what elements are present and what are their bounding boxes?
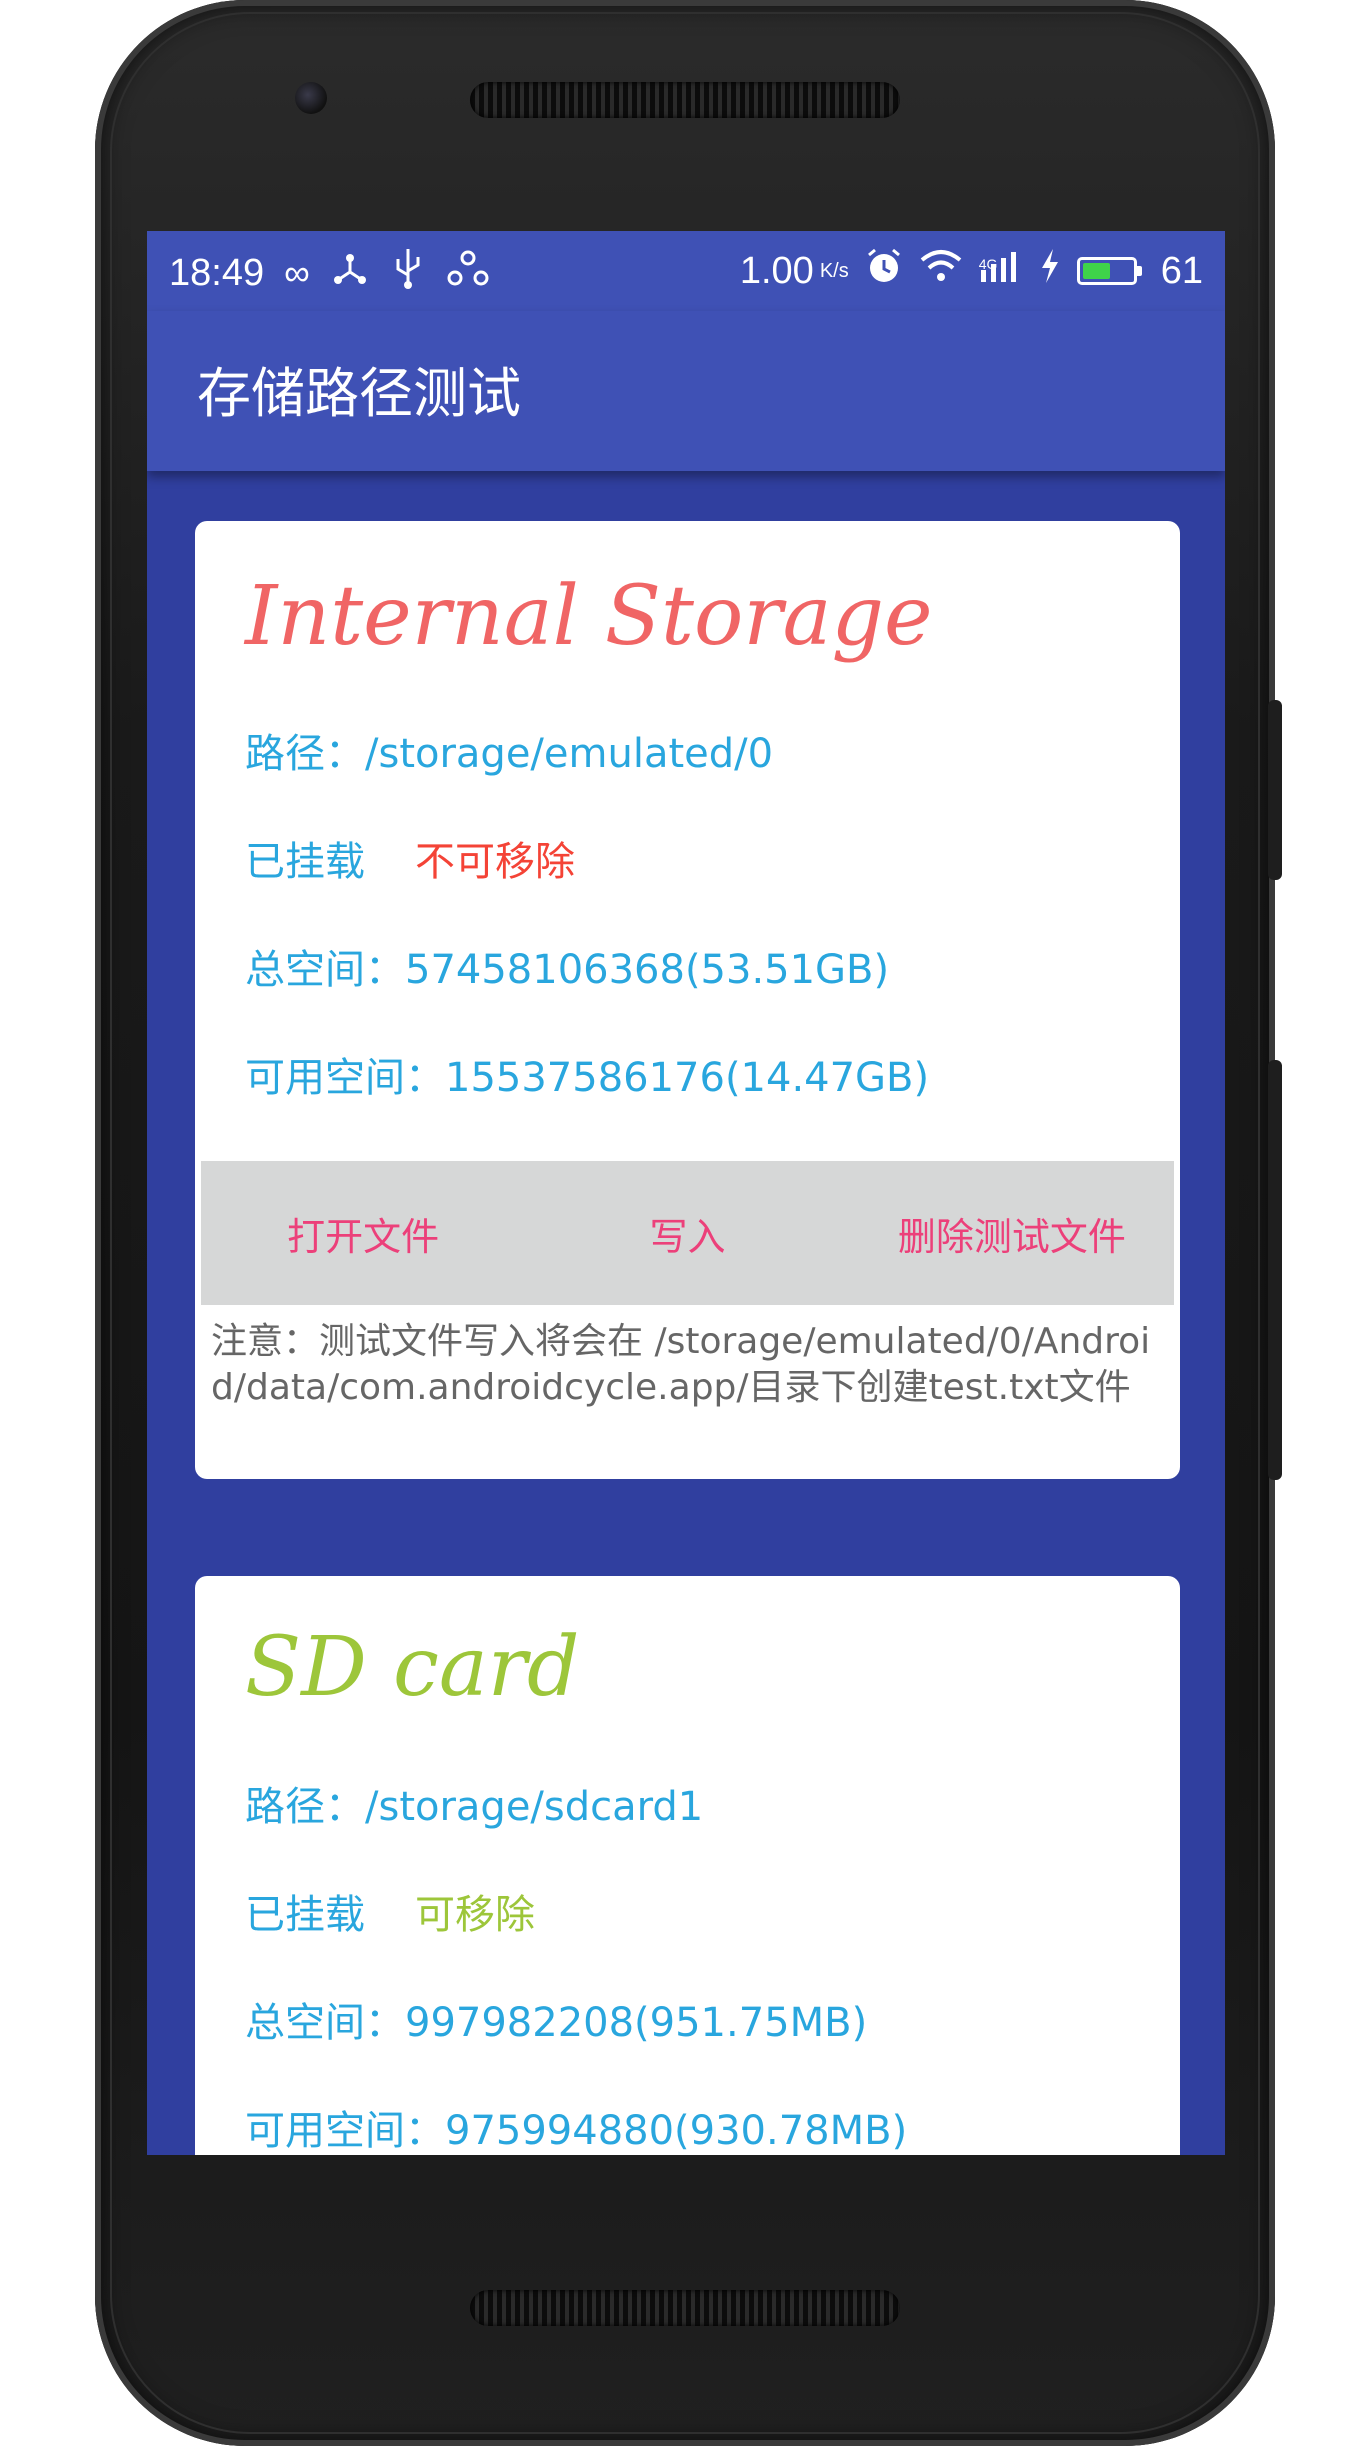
free-label: 可用空间：	[245, 1055, 445, 1101]
infinity-icon: ∞	[284, 252, 310, 293]
total-value: 997982208(951.75MB)	[405, 2000, 868, 2046]
action-bar: 打开文件 写入 删除测试文件	[201, 1161, 1174, 1305]
page-title: 存储路径测试	[197, 362, 521, 425]
path-label: 路径：	[245, 731, 365, 777]
internal-storage-title: Internal Storage	[245, 569, 933, 664]
usb-debug-icon	[330, 248, 370, 298]
delete-test-file-button[interactable]: 删除测试文件	[850, 1206, 1174, 1261]
internal-total-row: 总空间：57458106368(53.51GB)	[245, 937, 889, 995]
network-type: 4G	[978, 256, 998, 272]
network-speed-unit: K/s	[819, 259, 849, 282]
sd-path-row: 路径：/storage/sdcard1	[245, 1774, 703, 1832]
sd-card-card: SD card 路径：/storage/sdcard1 已挂载 可移除 总空间：9…	[195, 1576, 1180, 2155]
total-label: 总空间：	[245, 2000, 405, 2046]
wifi-icon	[919, 248, 963, 294]
alarm-icon	[865, 247, 903, 295]
bottom-speaker	[470, 2290, 900, 2326]
status-bar: 18:49 ∞ 1.00 K/s 4G 61	[147, 231, 1225, 311]
open-file-button[interactable]: 打开文件	[201, 1206, 525, 1261]
write-button[interactable]: 写入	[525, 1206, 849, 1261]
path-label: 路径：	[245, 1784, 365, 1830]
front-camera	[295, 82, 327, 114]
internal-path-row: 路径：/storage/emulated/0	[245, 721, 773, 779]
sd-card-title: SD card	[245, 1620, 580, 1715]
internal-mount-row: 已挂载 不可移除	[245, 829, 575, 887]
usb-icon	[390, 247, 426, 299]
mounted-label: 已挂载	[245, 1892, 365, 1938]
status-right: 1.00 K/s 4G 61	[740, 247, 1203, 295]
status-left: 18:49 ∞	[169, 247, 490, 299]
path-value: /storage/emulated/0	[365, 731, 774, 777]
internal-free-row: 可用空间：15537586176(14.47GB)	[245, 1045, 929, 1103]
top-speaker	[470, 82, 900, 118]
path-value: /storage/sdcard1	[365, 1784, 704, 1830]
mounted-label: 已挂载	[245, 839, 365, 885]
battery-icon	[1076, 257, 1142, 285]
power-button	[1268, 1060, 1282, 1480]
battery-fill	[1082, 263, 1110, 279]
share-icon	[446, 248, 490, 298]
status-time: 18:49	[169, 251, 265, 294]
free-value: 975994880(930.78MB)	[445, 2108, 908, 2154]
write-note: 注意：测试文件写入将会在 /storage/emulated/0/Android…	[211, 1321, 1151, 1408]
battery-percent: 61	[1160, 249, 1203, 292]
free-label: 可用空间：	[245, 2108, 445, 2154]
removable-status: 不可移除	[415, 839, 575, 885]
total-label: 总空间：	[245, 947, 405, 993]
free-value: 15537586176(14.47GB)	[445, 1055, 930, 1101]
sd-mount-row: 已挂载 可移除	[245, 1882, 535, 1940]
sd-free-row: 可用空间：975994880(930.78MB)	[245, 2098, 907, 2155]
total-value: 57458106368(53.51GB)	[405, 947, 890, 993]
signal-icon: 4G	[979, 248, 1023, 294]
charging-icon	[1039, 248, 1061, 294]
removable-status: 可移除	[415, 1892, 535, 1938]
internal-storage-card: Internal Storage 路径：/storage/emulated/0 …	[195, 521, 1180, 1479]
screen: 18:49 ∞ 1.00 K/s 4G 61 存储路径测试 Internal S…	[147, 231, 1225, 2155]
app-bar: 存储路径测试	[147, 311, 1225, 471]
network-speed: 1.00	[739, 249, 814, 292]
sd-total-row: 总空间：997982208(951.75MB)	[245, 1990, 867, 2048]
volume-button	[1268, 700, 1282, 880]
